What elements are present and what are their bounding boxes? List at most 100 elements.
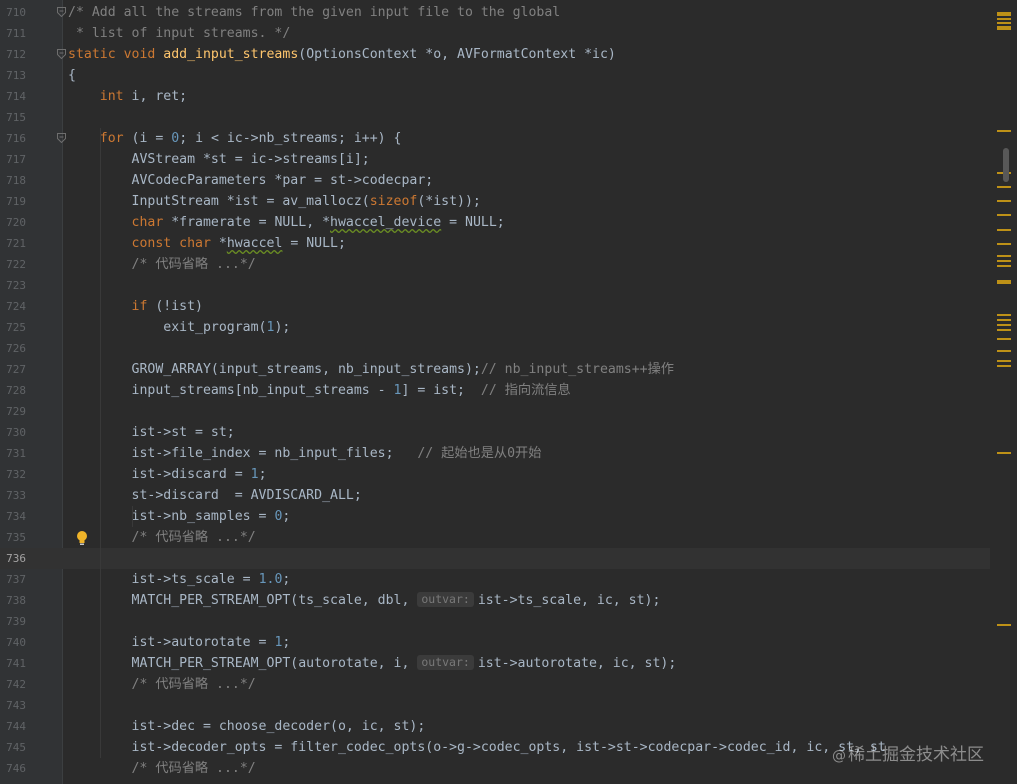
code-text[interactable]: ist->dec = choose_decoder(o, ic, st); (68, 716, 426, 737)
code-line[interactable]: 739 (0, 611, 990, 632)
code-line[interactable]: 723 (0, 275, 990, 296)
code-text[interactable]: input_streams[nb_input_streams - 1] = is… (68, 380, 571, 401)
line-number[interactable]: 745 (0, 737, 26, 758)
code-line[interactable]: 714 int i, ret; (0, 86, 990, 107)
code-line[interactable]: 730 ist->st = st; (0, 422, 990, 443)
line-number[interactable]: 721 (0, 233, 26, 254)
stripe-marker[interactable] (997, 452, 1011, 454)
fold-arrow-icon[interactable] (57, 133, 66, 143)
line-number[interactable]: 722 (0, 254, 26, 275)
code-text[interactable]: for (i = 0; i < ic->nb_streams; i++) { (68, 128, 402, 149)
code-line[interactable]: 711 * list of input streams. */ (0, 23, 990, 44)
code-line[interactable]: 728 input_streams[nb_input_streams - 1] … (0, 380, 990, 401)
line-number[interactable]: 737 (0, 569, 26, 590)
code-text[interactable]: AVStream *st = ic->streams[i]; (68, 149, 370, 170)
line-number[interactable]: 716 (0, 128, 26, 149)
code-text[interactable]: char *framerate = NULL, *hwaccel_device … (68, 212, 505, 233)
line-number[interactable]: 718 (0, 170, 26, 191)
stripe-marker[interactable] (997, 243, 1011, 245)
code-line[interactable]: 735 /* 代码省略 ...*/ (0, 527, 990, 548)
code-text[interactable]: exit_program(1); (68, 317, 290, 338)
line-number[interactable]: 723 (0, 275, 26, 296)
stripe-marker[interactable] (997, 200, 1011, 202)
line-number[interactable]: 720 (0, 212, 26, 233)
scrollbar-thumb[interactable] (1003, 148, 1009, 182)
line-number[interactable]: 742 (0, 674, 26, 695)
line-number[interactable]: 725 (0, 317, 26, 338)
code-text[interactable]: /* 代码省略 ...*/ (68, 758, 256, 779)
code-line[interactable]: 722 /* 代码省略 ...*/ (0, 254, 990, 275)
stripe-marker[interactable] (997, 186, 1011, 188)
stripe-marker[interactable] (997, 329, 1011, 331)
code-line[interactable]: 712 static void add_input_streams(Options… (0, 44, 990, 65)
line-number[interactable]: 719 (0, 191, 26, 212)
line-number[interactable]: 714 (0, 86, 26, 107)
code-text[interactable]: /* 代码省略 ...*/ (68, 527, 256, 548)
line-number[interactable]: 743 (0, 695, 26, 716)
line-number[interactable]: 734 (0, 506, 26, 527)
code-line[interactable]: 732 ist->discard = 1; (0, 464, 990, 485)
code-line[interactable]: 710 /* Add all the streams from the given… (0, 2, 990, 23)
line-number[interactable]: 741 (0, 653, 26, 674)
code-line[interactable]: 715 (0, 107, 990, 128)
code-editor[interactable]: 710 /* Add all the streams from the given… (0, 0, 1017, 784)
code-line[interactable]: 713 { (0, 65, 990, 86)
line-number[interactable]: 744 (0, 716, 26, 737)
code-text[interactable]: * list of input streams. */ (68, 23, 290, 44)
line-number[interactable]: 738 (0, 590, 26, 611)
code-line[interactable]: 742 /* 代码省略 ...*/ (0, 674, 990, 695)
stripe-marker[interactable] (997, 350, 1011, 352)
line-number[interactable]: 740 (0, 632, 26, 653)
code-text[interactable]: int i, ret; (68, 86, 187, 107)
line-number[interactable]: 727 (0, 359, 26, 380)
code-text[interactable]: ist->discard = 1; (68, 464, 267, 485)
line-number[interactable]: 739 (0, 611, 26, 632)
stripe-marker[interactable] (997, 260, 1011, 262)
stripe-marker[interactable] (997, 229, 1011, 231)
line-number[interactable]: 729 (0, 401, 26, 422)
code-text[interactable]: /* 代码省略 ...*/ (68, 674, 256, 695)
line-number[interactable]: 728 (0, 380, 26, 401)
stripe-marker[interactable] (997, 265, 1011, 267)
line-number[interactable]: 733 (0, 485, 26, 506)
line-number[interactable]: 713 (0, 65, 26, 86)
line-number[interactable]: 730 (0, 422, 26, 443)
code-text[interactable]: ist->decoder_opts = filter_codec_opts(o-… (68, 737, 886, 758)
line-number[interactable]: 715 (0, 107, 26, 128)
code-line[interactable]: 736 (0, 548, 990, 569)
line-number[interactable]: 736 (0, 548, 26, 569)
line-number[interactable]: 710 (0, 2, 26, 23)
code-line[interactable]: 734 ist->nb_samples = 0; (0, 506, 990, 527)
code-line[interactable]: 744 ist->dec = choose_decoder(o, ic, st)… (0, 716, 990, 737)
code-line[interactable]: 725 exit_program(1); (0, 317, 990, 338)
code-line[interactable]: 716 for (i = 0; i < ic->nb_streams; i++)… (0, 128, 990, 149)
stripe-marker[interactable] (997, 314, 1011, 316)
analysis-status-icon[interactable] (997, 12, 1011, 32)
code-text[interactable]: InputStream *ist = av_mallocz(sizeof(*is… (68, 191, 481, 212)
line-number[interactable]: 732 (0, 464, 26, 485)
code-text[interactable]: st->discard = AVDISCARD_ALL; (68, 485, 362, 506)
code-text[interactable]: MATCH_PER_STREAM_OPT(autorotate, i, outv… (68, 653, 676, 674)
code-text[interactable]: ist->nb_samples = 0; (68, 506, 291, 527)
stripe-marker[interactable] (997, 214, 1011, 216)
line-number[interactable]: 731 (0, 443, 26, 464)
code-text[interactable]: const char *hwaccel = NULL; (68, 233, 346, 254)
code-text[interactable]: static void add_input_streams(OptionsCon… (68, 44, 616, 65)
fold-arrow-icon[interactable] (57, 49, 66, 59)
stripe-marker[interactable] (997, 324, 1011, 326)
code-text[interactable]: ist->ts_scale = 1.0; (68, 569, 291, 590)
code-line[interactable]: 727 GROW_ARRAY(input_streams, nb_input_s… (0, 359, 990, 380)
code-line[interactable]: 720 char *framerate = NULL, *hwaccel_dev… (0, 212, 990, 233)
code-line[interactable]: 717 AVStream *st = ic->streams[i]; (0, 149, 990, 170)
stripe-marker[interactable] (997, 338, 1011, 340)
code-line[interactable]: 729 (0, 401, 990, 422)
code-line[interactable]: 741 MATCH_PER_STREAM_OPT(autorotate, i, … (0, 653, 990, 674)
line-number[interactable]: 711 (0, 23, 26, 44)
line-number[interactable]: 717 (0, 149, 26, 170)
code-text[interactable]: /* 代码省略 ...*/ (68, 254, 256, 275)
code-line[interactable]: 726 (0, 338, 990, 359)
line-number[interactable]: 712 (0, 44, 26, 65)
code-line[interactable]: 721 const char *hwaccel = NULL; (0, 233, 990, 254)
code-line[interactable]: 731 ist->file_index = nb_input_files; //… (0, 443, 990, 464)
code-text[interactable]: MATCH_PER_STREAM_OPT(ts_scale, dbl, outv… (68, 590, 660, 611)
